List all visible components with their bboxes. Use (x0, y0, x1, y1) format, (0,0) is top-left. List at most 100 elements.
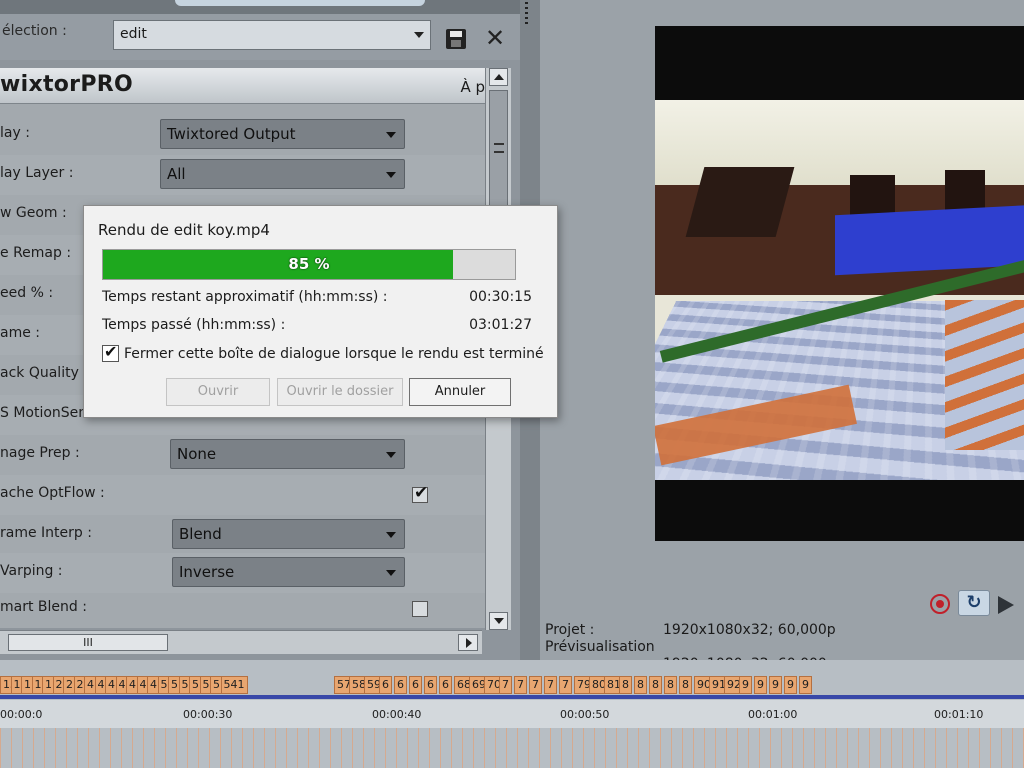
time-remaining-value: 00:30:15 (469, 289, 532, 305)
selection-value: edit (120, 26, 147, 42)
timeline-marker[interactable]: 9 (784, 676, 797, 694)
param-label: S MotionSens (0, 405, 95, 421)
scroll-up-icon[interactable] (489, 68, 508, 86)
timeline-marker[interactable]: 6 (394, 676, 407, 694)
param-dropdown[interactable]: Twixtored Output (160, 119, 405, 149)
video-preview (655, 26, 1024, 541)
timeline-marker[interactable]: 8 (619, 676, 632, 694)
param-label: Varping : (0, 563, 63, 579)
param-dropdown[interactable]: None (170, 439, 405, 469)
time-elapsed-row: Temps passé (hh:mm:ss) : 03:01:27 (102, 317, 532, 333)
param-dropdown-value: None (177, 445, 217, 463)
timeline-marker[interactable]: 6 (409, 676, 422, 694)
save-preset-icon[interactable] (446, 29, 466, 49)
param-dropdown[interactable]: Inverse (172, 557, 405, 587)
param-label: eed % : (0, 285, 54, 301)
selection-row: élection : edit ✕ (0, 14, 520, 60)
open-button[interactable]: Ouvrir (166, 378, 270, 406)
timeline-marker[interactable]: 9 (799, 676, 812, 694)
tab-highlight[interactable] (175, 0, 425, 6)
param-label: lay Layer : (0, 165, 74, 181)
chevron-down-icon (386, 532, 396, 538)
param-checkbox[interactable] (412, 601, 428, 617)
play-icon[interactable] (998, 596, 1014, 614)
grip-icon (494, 143, 504, 153)
ruler-tick-label: 00:01:00 (748, 708, 798, 721)
param-row: ache OptFlow : (0, 475, 485, 515)
timeline-marker[interactable]: 6 (379, 676, 392, 694)
scene-block (685, 167, 795, 237)
chevron-down-icon (386, 452, 396, 458)
param-dropdown-value: Blend (179, 525, 222, 543)
timeline-marker[interactable]: 7 (514, 676, 527, 694)
marker-row: 1314111222444444455555554157585966666686… (0, 676, 1024, 696)
plugin-title: wixtorPRO (0, 72, 134, 97)
ruler-tick-label: 00:00:30 (183, 708, 233, 721)
time-elapsed-label: Temps passé (hh:mm:ss) : (102, 317, 286, 333)
param-dropdown[interactable]: All (160, 159, 405, 189)
timeline-marker[interactable]: 6 (439, 676, 452, 694)
progress-percent: 85 % (288, 255, 330, 273)
timeline-region-bar (0, 695, 1024, 699)
time-remaining-row: Temps restant approximatif (hh:mm:ss) : … (102, 289, 532, 305)
timeline-marker[interactable]: 7 (499, 676, 512, 694)
timeline[interactable]: 1314111222444444455555554157585966666686… (0, 660, 1024, 768)
scroll-right-icon[interactable] (458, 634, 478, 651)
param-label: e Remap : (0, 245, 72, 261)
ruler-tick-label: 00:00:0 (0, 708, 43, 721)
scene-water (835, 204, 1024, 276)
param-label: lay : (0, 125, 30, 141)
param-dropdown[interactable]: Blend (172, 519, 405, 549)
marker-lines (0, 728, 1024, 768)
timeline-marker[interactable]: 9 (769, 676, 782, 694)
timeline-marker[interactable]: 8 (634, 676, 647, 694)
ruler-tick-label: 00:01:10 (934, 708, 984, 721)
cancel-button[interactable]: Annuler (409, 378, 511, 406)
timeline-marker[interactable]: 7 (559, 676, 572, 694)
open-folder-button[interactable]: Ouvrir le dossier (277, 378, 403, 406)
chevron-down-icon (386, 570, 396, 576)
time-elapsed-value: 03:01:27 (469, 317, 532, 333)
timeline-marker[interactable]: 6 (424, 676, 437, 694)
about-link[interactable]: À p (460, 78, 485, 96)
param-row: lay : Twixtored Output (0, 115, 485, 155)
timeline-marker[interactable]: 8 (664, 676, 677, 694)
timeline-marker[interactable]: 9 (754, 676, 767, 694)
timeline-marker[interactable]: 9 (739, 676, 752, 694)
param-label: mart Blend : (0, 599, 87, 615)
project-label: Projet : (545, 622, 595, 638)
project-value: 1920x1080x32; 60,000p (663, 622, 836, 638)
ruler-tick-label: 00:00:40 (372, 708, 422, 721)
scroll-down-icon[interactable] (489, 612, 508, 630)
render-progress-dialog: Rendu de edit koy.mp4 85 % Temps restant… (83, 205, 558, 418)
selection-label: élection : (2, 23, 67, 39)
param-row: nage Prep : None (0, 435, 485, 475)
param-label: w Geom : (0, 205, 67, 221)
timeline-marker[interactable]: 8 (679, 676, 692, 694)
param-dropdown-value: Inverse (179, 563, 235, 581)
param-row: lay Layer : All (0, 155, 485, 195)
param-checkbox[interactable] (412, 483, 428, 503)
selection-dropdown[interactable]: edit (113, 20, 431, 50)
scroll-thumb[interactable] (489, 90, 508, 210)
scene-stripe (945, 300, 1024, 450)
hscroll-thumb[interactable]: III (8, 634, 168, 651)
time-remaining-label: Temps restant approximatif (hh:mm:ss) : (102, 289, 388, 305)
param-dropdown-value: All (167, 165, 186, 183)
timeline-marker[interactable]: 541 (220, 676, 248, 694)
timeline-marker[interactable]: 8 (649, 676, 662, 694)
chevron-down-icon (386, 132, 396, 138)
timeline-marker[interactable]: 7 (544, 676, 557, 694)
close-icon[interactable]: ✕ (485, 24, 505, 52)
param-label: rame Interp : (0, 525, 92, 541)
record-icon[interactable] (930, 594, 950, 614)
param-label: nage Prep : (0, 445, 80, 461)
horizontal-scrollbar[interactable]: III (0, 630, 482, 654)
loop-icon[interactable]: ↻ (958, 590, 990, 616)
close-when-done-checkbox[interactable] (102, 342, 119, 362)
param-row: rame Interp : Blend (0, 515, 485, 555)
dialog-title: Rendu de edit koy.mp4 (98, 221, 270, 239)
timeline-marker[interactable]: 7 (529, 676, 542, 694)
close-when-done-label[interactable]: Fermer cette boîte de dialogue lorsque l… (124, 346, 544, 362)
time-ruler[interactable]: 00:00:0 00:00:30 00:00:40 00:00:50 00:01:00 0… (0, 700, 1024, 728)
